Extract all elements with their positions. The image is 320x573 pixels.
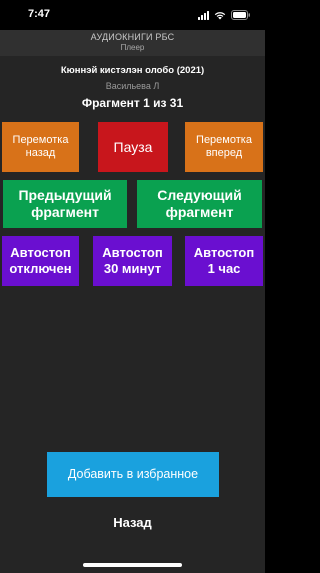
nav-header: АУДИОКНИГИ РБС Плеер: [0, 30, 265, 56]
status-time: 7:47: [28, 8, 51, 20]
app-title: АУДИОКНИГИ РБС: [90, 32, 175, 42]
rewind-back-button[interactable]: Перемотка назад: [2, 122, 79, 172]
add-to-favorites-button[interactable]: Добавить в избранное: [47, 452, 219, 497]
previous-fragment-button[interactable]: Предыдущий фрагмент: [3, 180, 127, 228]
status-bar: 7:47: [0, 0, 265, 30]
screen-subtitle: Плеер: [120, 43, 145, 52]
book-author: Васильева Л: [105, 81, 160, 91]
signal-icon: [198, 10, 209, 20]
wifi-icon: [214, 11, 226, 20]
autostop-1-hour-button[interactable]: Автостоп 1 час: [185, 236, 263, 286]
rewind-forward-button[interactable]: Перемотка вперед: [185, 122, 263, 172]
player-screen: 7:47 АУДИОКНИГИ РБС Плеер Кюннэй кистэлэ…: [0, 0, 265, 573]
back-button[interactable]: Назад: [0, 515, 265, 530]
autostop-off-button[interactable]: Автостоп отключен: [2, 236, 79, 286]
next-fragment-button[interactable]: Следующий фрагмент: [137, 180, 262, 228]
book-title: Кюннэй кистэлэн олобо (2021): [60, 65, 205, 76]
autostop-30-min-button[interactable]: Автостоп 30 минут: [93, 236, 172, 286]
status-icons: [198, 9, 251, 21]
pause-button[interactable]: Пауза: [98, 122, 168, 172]
home-indicator[interactable]: [83, 563, 182, 567]
fragment-counter: Фрагмент 1 из 31: [81, 96, 184, 110]
battery-icon: [231, 10, 251, 20]
